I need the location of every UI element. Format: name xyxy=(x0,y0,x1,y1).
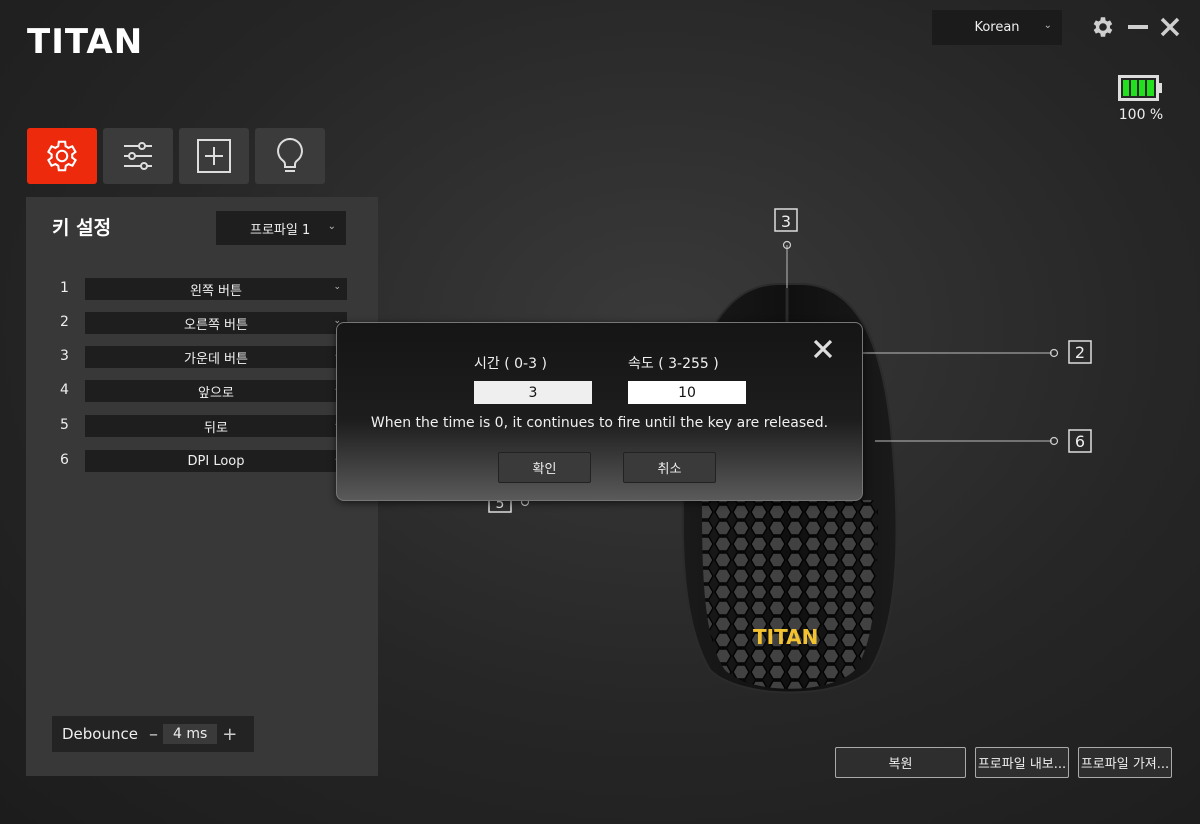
lightbulb-icon xyxy=(277,137,303,172)
settings-gear-button[interactable] xyxy=(1088,12,1118,42)
battery-percentage: 100 % xyxy=(1118,107,1164,123)
key-select-value: 뒤로 xyxy=(204,420,228,436)
import-profile-button[interactable]: 프로파일 가져... xyxy=(1078,747,1172,778)
key-number: 1 xyxy=(60,280,69,296)
gear-icon xyxy=(1093,17,1113,37)
key-number: 6 xyxy=(60,452,69,468)
debounce-value: 4 ms xyxy=(162,724,218,744)
mouse-logo-text: TITAN xyxy=(753,625,818,649)
gear-icon xyxy=(47,140,77,172)
key-number: 3 xyxy=(60,348,69,364)
speed-input[interactable] xyxy=(628,381,746,404)
time-input[interactable] xyxy=(474,381,592,404)
macro-add-icon xyxy=(197,139,231,173)
cancel-button[interactable]: 취소 xyxy=(623,452,716,483)
restore-button[interactable]: 복원 xyxy=(835,747,966,778)
key-row-3: 3 가운데 버튼 ⌄ xyxy=(50,346,350,368)
dialog-message: When the time is 0, it continues to fire… xyxy=(370,415,829,431)
key-settings-panel: 키 설정 프로파일 1 ⌄ 1 왼쪽 버튼 ⌄ 2 오른쪽 버튼 ⌄ 3 가운데… xyxy=(26,197,378,776)
tab-lighting[interactable] xyxy=(255,128,325,184)
language-select-value: Korean xyxy=(974,20,1020,35)
key-row-5: 5 뒤로 ⌄ xyxy=(50,415,350,437)
key-row-1: 1 왼쪽 버튼 ⌄ xyxy=(50,278,350,300)
language-select[interactable]: Korean ⌄ xyxy=(932,10,1062,45)
sliders-icon xyxy=(124,142,152,170)
tab-key-settings[interactable] xyxy=(27,128,97,184)
key-select-value: 왼쪽 버튼 xyxy=(190,283,242,299)
key-select-value: 가운데 버튼 xyxy=(184,351,248,367)
debounce-label: Debounce xyxy=(62,725,138,743)
debounce-decrease-button[interactable]: – xyxy=(144,724,163,745)
key-select-value: 오른쪽 버튼 xyxy=(184,317,248,333)
minimize-button[interactable] xyxy=(1126,12,1150,42)
tab-macro[interactable] xyxy=(179,128,249,184)
key-select-value: 앞으로 xyxy=(198,385,234,401)
dialog-close-button[interactable] xyxy=(811,337,835,361)
key-select-2[interactable]: 오른쪽 버튼 ⌄ xyxy=(85,312,347,334)
key-select-5[interactable]: 뒤로 ⌄ xyxy=(85,415,347,437)
label-button-2: 2 xyxy=(1075,343,1085,362)
titan-logo: TITAN xyxy=(27,22,144,62)
key-select-1[interactable]: 왼쪽 버튼 ⌄ xyxy=(85,278,347,300)
close-icon xyxy=(1160,17,1180,37)
key-row-4: 4 앞으로 ⌄ xyxy=(50,380,350,402)
profile-select-value: 프로파일 1 xyxy=(250,222,311,238)
battery-indicator: 100 % xyxy=(1116,75,1166,123)
label-button-3: 3 xyxy=(781,212,791,231)
label-button-6: 6 xyxy=(1075,432,1085,451)
confirm-button[interactable]: 확인 xyxy=(498,452,591,483)
debounce-increase-button[interactable]: + xyxy=(217,724,242,745)
key-number: 5 xyxy=(60,417,69,433)
mouse-logo: TITAN xyxy=(753,625,818,649)
key-row-2: 2 오른쪽 버튼 ⌄ xyxy=(50,312,350,334)
key-select-4[interactable]: 앞으로 ⌄ xyxy=(85,380,347,402)
key-select-6[interactable]: DPI Loop ⌄ xyxy=(85,450,347,472)
minimize-icon xyxy=(1128,25,1148,29)
export-profile-button[interactable]: 프로파일 내보... xyxy=(975,747,1069,778)
chevron-down-icon: ⌄ xyxy=(1043,20,1052,31)
close-window-button[interactable] xyxy=(1158,12,1182,42)
key-number: 2 xyxy=(60,314,69,330)
main-tabs xyxy=(27,128,325,184)
time-label: 시간 ( 0-3 ) xyxy=(474,356,547,372)
key-number: 4 xyxy=(60,382,69,398)
key-select-3[interactable]: 가운데 버튼 ⌄ xyxy=(85,346,347,368)
tab-performance[interactable] xyxy=(103,128,173,184)
speed-label: 속도 ( 3-255 ) xyxy=(628,356,719,372)
chevron-down-icon: ⌄ xyxy=(333,282,341,292)
profile-select[interactable]: 프로파일 1 ⌄ xyxy=(216,211,346,245)
panel-title: 키 설정 xyxy=(52,217,112,239)
close-icon xyxy=(813,339,833,359)
debounce-control: Debounce – 4 ms + xyxy=(52,716,254,752)
battery-icon xyxy=(1118,75,1162,101)
key-row-6: 6 DPI Loop ⌄ xyxy=(50,450,350,472)
fire-key-dialog: 시간 ( 0-3 ) 속도 ( 3-255 ) When the time is… xyxy=(336,322,863,501)
chevron-down-icon: ⌄ xyxy=(327,221,336,232)
key-select-value: DPI Loop xyxy=(187,453,245,469)
